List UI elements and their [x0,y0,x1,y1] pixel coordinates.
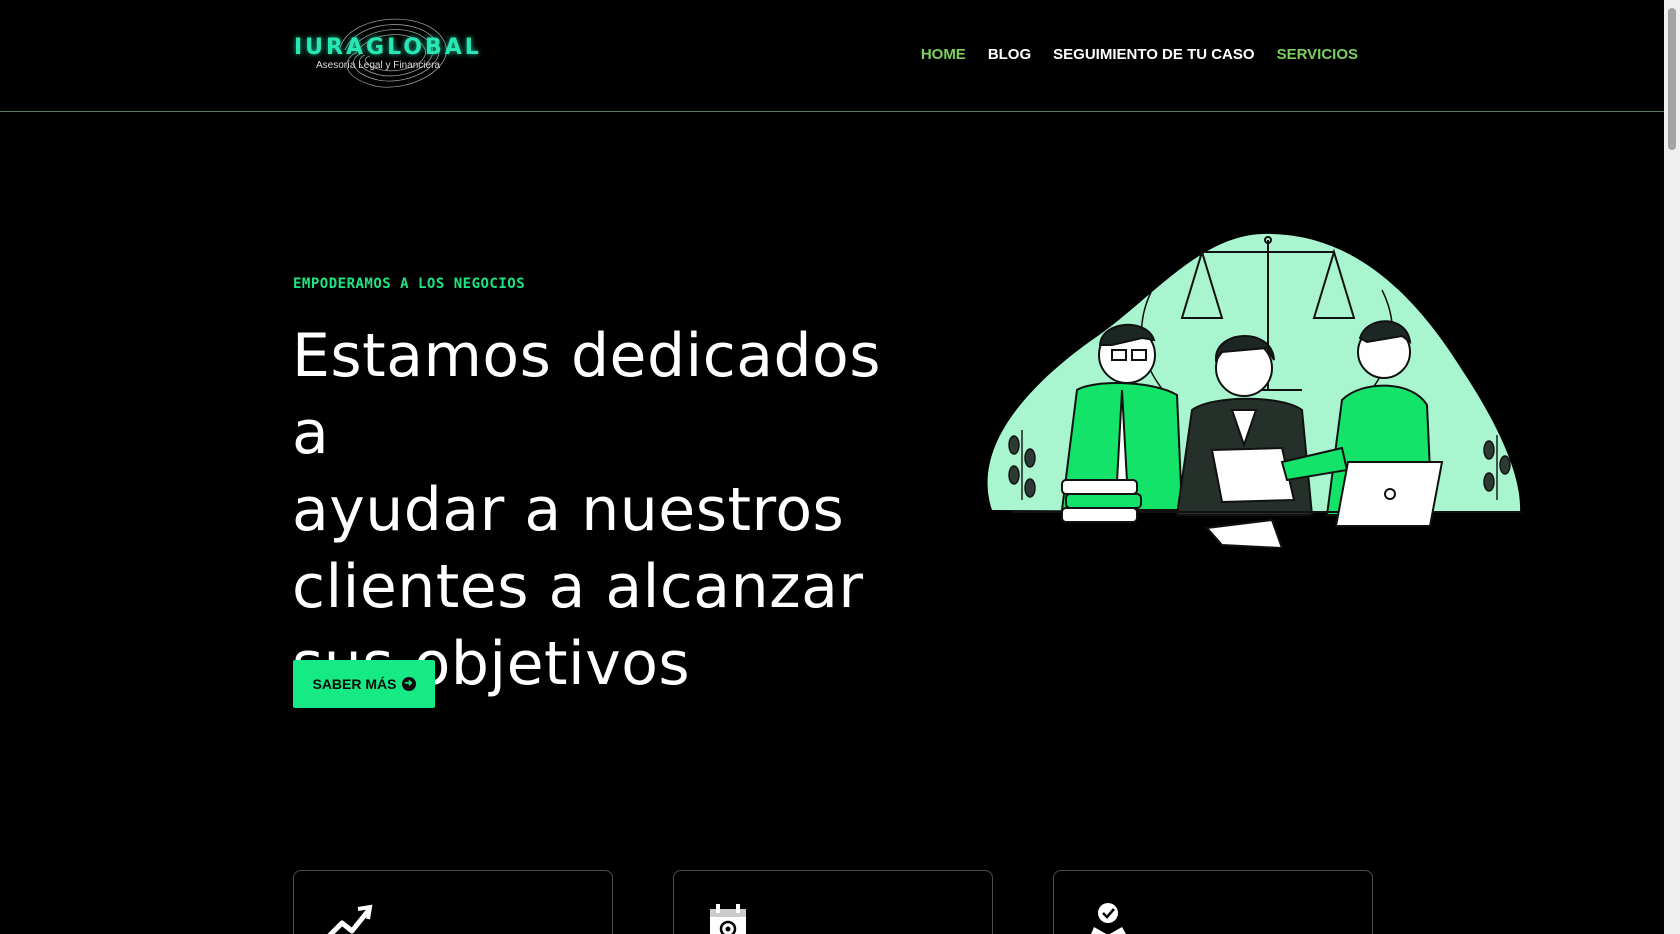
arrow-circle-right-icon: ➜ [401,677,416,691]
books-icon [1061,479,1142,523]
nav-blog[interactable]: BLOG [988,46,1031,63]
scrollbar-thumb[interactable] [1668,8,1676,150]
site-header: IURAGLOBAL Asesoría Legal y Financiera H… [0,0,1664,112]
brand-logo[interactable]: IURAGLOBAL Asesoría Legal y Financiera [290,8,479,94]
hero-eyebrow: EMPODERAMOS A LOS NEGOCIOS [293,276,526,292]
hero-headline: Estamos dedicados a ayudar a nuestros cl… [292,318,932,703]
nav-home[interactable]: HOME [921,46,966,63]
saber-mas-label: SABER MÁS [312,676,397,692]
nav-case-tracking[interactable]: SEGUIMIENTO DE TU CASO [1053,46,1254,63]
papers-icon [1204,518,1284,548]
headline-line: ayudar a nuestros [292,475,845,545]
legal-team-illustration [987,233,1522,548]
laptop-icon [1334,461,1444,527]
saber-mas-button[interactable]: SABER MÁS ➜ [293,660,435,708]
service-card[interactable] [1053,870,1373,934]
headline-line: clientes a alcanzar [292,552,864,622]
service-card[interactable] [293,870,613,934]
headline-line: Estamos dedicados a [292,321,882,468]
brand-name: IURAGLOBAL [294,35,482,60]
nav-services[interactable]: SERVICIOS [1277,46,1358,63]
growth-chart-icon [327,904,373,934]
handshake-check-icon [1091,903,1126,934]
service-card[interactable] [673,870,993,934]
brand-tagline: Asesoría Legal y Financiera [316,60,440,71]
page-scrollbar[interactable] [1664,0,1680,934]
main-nav: HOME BLOG SEGUIMIENTO DE TU CASO SERVICI… [921,46,1358,63]
calendar-gear-icon [710,904,746,934]
